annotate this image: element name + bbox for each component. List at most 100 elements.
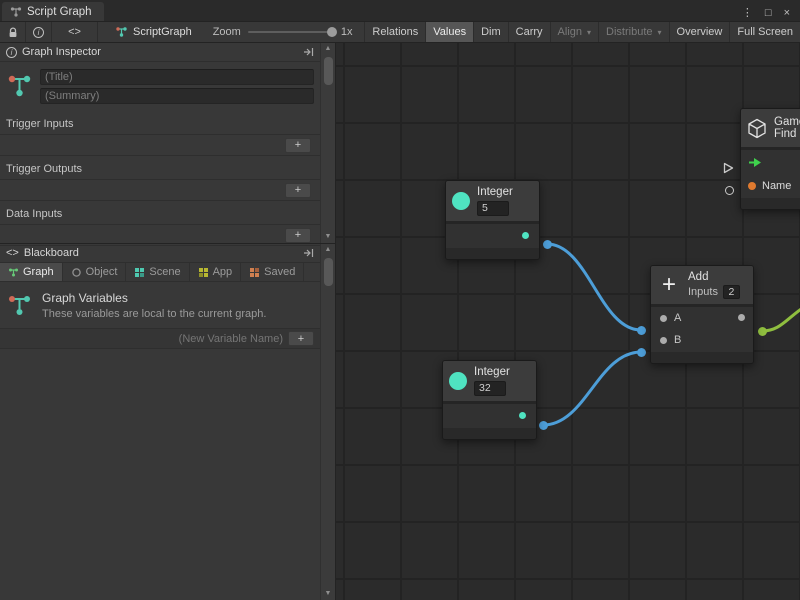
zoom-slider[interactable]	[248, 31, 334, 33]
variables-icon: <>	[6, 247, 19, 259]
tab-scene-variables[interactable]: Scene	[126, 263, 189, 281]
info-button[interactable]: i	[26, 22, 52, 42]
wire-integer5-to-add-a[interactable]	[547, 244, 641, 330]
graph-meta-fields	[40, 69, 314, 104]
blackboard-scrollbar[interactable]: ▲ ▼	[320, 244, 335, 600]
graph-inspector-panel: i Graph Inspector	[0, 43, 335, 244]
name-port-row: Name	[741, 174, 800, 198]
blackboard-panel: <> Blackboard Graph	[0, 244, 335, 600]
graph-title-input[interactable]	[40, 69, 314, 85]
scroll-up-icon[interactable]: ▲	[325, 43, 332, 55]
integer-value-field[interactable]: 5	[477, 201, 509, 216]
code-view-button[interactable]: <>	[52, 22, 98, 42]
distribute-button[interactable]: Distribute ▾	[598, 22, 668, 42]
tab-app-variables[interactable]: App	[190, 263, 242, 281]
dim-button[interactable]: Dim	[473, 22, 508, 42]
wire-endpoint[interactable]	[543, 240, 552, 249]
align-button[interactable]: Align ▾	[550, 22, 598, 42]
new-variable-input[interactable]	[6, 333, 283, 345]
graph-canvas[interactable]: Integer 5 Integer 32	[336, 43, 800, 600]
node-integer-32[interactable]: Integer 32	[442, 360, 537, 440]
tab-script-graph[interactable]: Script Graph	[2, 2, 104, 21]
wire-integer32-to-add-b[interactable]	[543, 352, 641, 425]
add-icon: +	[657, 273, 681, 297]
graph-meta-row	[0, 62, 320, 111]
node-title: Add	[688, 271, 740, 283]
node-body	[443, 404, 536, 428]
wire-endpoint[interactable]	[539, 421, 548, 430]
tab-label: Graph	[23, 266, 54, 278]
values-button[interactable]: Values	[425, 22, 473, 42]
add-trigger-output-button[interactable]: +	[285, 183, 311, 198]
port-b-label: B	[674, 334, 681, 346]
flow-input-port[interactable]	[723, 162, 734, 174]
scroll-up-icon[interactable]: ▲	[325, 244, 332, 256]
node-footer	[651, 352, 753, 363]
node-add[interactable]: + Add Inputs 2 A	[650, 265, 754, 364]
full-screen-button[interactable]: Full Screen	[729, 22, 800, 42]
scroll-down-icon[interactable]: ▼	[325, 231, 332, 243]
scene-variables-icon	[134, 267, 145, 278]
flow-arrow-icon[interactable]	[748, 157, 762, 168]
tab-graph-variables[interactable]: Graph	[0, 263, 63, 281]
integer-value-field[interactable]: 32	[474, 381, 506, 396]
overview-button[interactable]: Overview	[669, 22, 730, 42]
zoom-label: Zoom	[213, 26, 241, 38]
graph-variables-text: Graph Variables These variables are loca…	[42, 291, 266, 320]
data-inputs-label: Data Inputs	[0, 201, 320, 225]
port-a-label: A	[674, 312, 681, 324]
trigger-outputs-list: +	[0, 180, 320, 201]
blackboard-tabs: Graph Object Scene	[0, 263, 320, 282]
input-port-a[interactable]	[660, 315, 667, 322]
info-icon: i	[33, 27, 44, 38]
object-variables-icon	[71, 267, 82, 278]
script-graph-icon	[10, 6, 22, 18]
lock-button[interactable]	[0, 22, 26, 42]
chevron-down-icon: ▾	[587, 28, 591, 37]
output-port[interactable]	[519, 412, 526, 419]
output-port[interactable]	[522, 232, 529, 239]
carry-button[interactable]: Carry	[508, 22, 550, 42]
maximize-icon[interactable]: □	[765, 7, 772, 19]
graph-name-label: ScriptGraph	[133, 26, 192, 38]
graph-name-button[interactable]: ScriptGraph	[108, 22, 199, 42]
graph-variables-icon	[6, 292, 33, 319]
name-input-port[interactable]	[748, 182, 756, 190]
wire-endpoint[interactable]	[637, 348, 646, 357]
value-input-port[interactable]	[725, 186, 734, 195]
node-title: Integer	[474, 366, 510, 378]
blackboard-scrollbar-thumb[interactable]	[324, 258, 333, 286]
inspector-scrollbar[interactable]: ▲ ▼	[320, 43, 335, 243]
dock-icon[interactable]	[303, 47, 314, 57]
input-port-b[interactable]	[660, 337, 667, 344]
script-graph-window: Script Graph ⋮ □ × i <> ScriptG	[0, 0, 800, 600]
add-data-input-button[interactable]: +	[285, 228, 311, 243]
tab-saved-variables[interactable]: Saved	[241, 263, 304, 281]
toolbar-right-group: Relations Values Dim Carry Align ▾ Distr…	[364, 22, 800, 42]
scroll-down-icon[interactable]: ▼	[325, 588, 332, 600]
wire-endpoint[interactable]	[758, 327, 767, 336]
distribute-label: Distribute	[606, 26, 652, 38]
blackboard-empty-area	[0, 349, 335, 600]
close-icon[interactable]: ×	[784, 7, 790, 19]
graph-toolbar: i <> ScriptGraph Zoom 1x Relations Value…	[0, 21, 800, 43]
graph-summary-input[interactable]	[40, 88, 314, 104]
node-body: A B	[651, 307, 753, 352]
output-port[interactable]	[738, 314, 745, 321]
inspector-scrollbar-thumb[interactable]	[324, 57, 333, 85]
wire-add-output[interactable]	[762, 307, 800, 331]
node-integer-5[interactable]: Integer 5	[445, 180, 540, 260]
inputs-count-field[interactable]: 2	[723, 285, 740, 299]
node-header: Integer 32	[443, 361, 536, 401]
add-trigger-input-button[interactable]: +	[285, 138, 311, 153]
tab-label: App	[213, 266, 233, 278]
add-variable-button[interactable]: +	[288, 331, 314, 346]
relations-button[interactable]: Relations	[364, 22, 425, 42]
wire-endpoint[interactable]	[637, 326, 646, 335]
flow-out-row	[741, 150, 800, 174]
window-menu-icon[interactable]: ⋮	[742, 6, 753, 19]
dock-icon[interactable]	[303, 248, 314, 258]
node-gameobject-find[interactable]: Game Find Name	[740, 108, 800, 210]
tab-object-variables[interactable]: Object	[63, 263, 127, 281]
zoom-slider-thumb[interactable]	[327, 27, 337, 37]
